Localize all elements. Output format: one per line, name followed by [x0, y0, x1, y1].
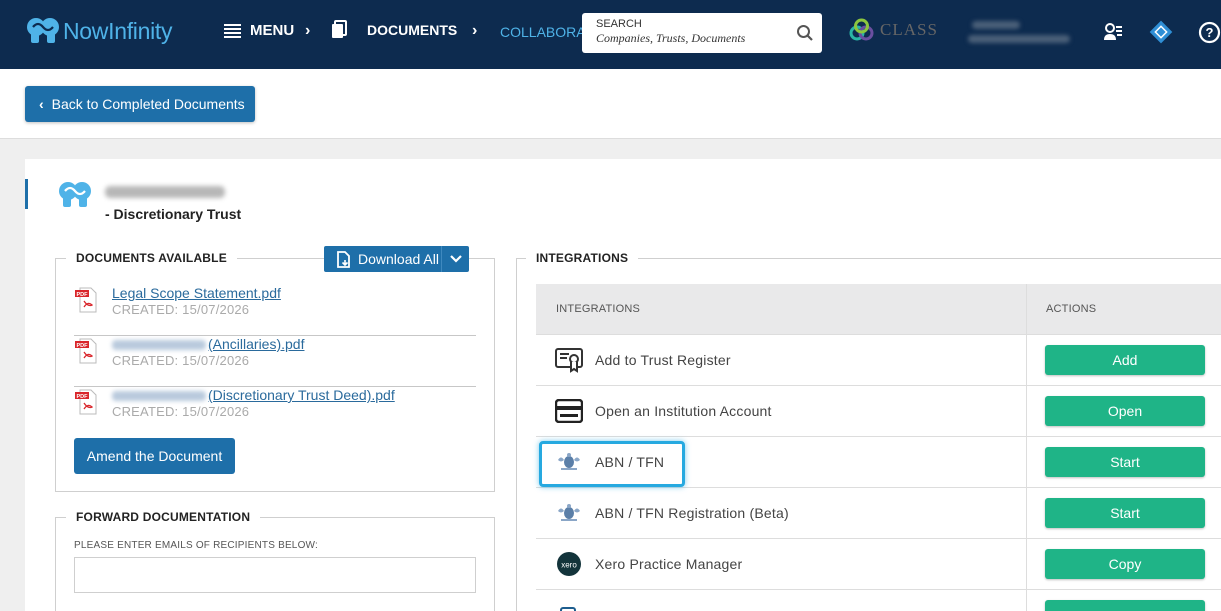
- pdf-icon: PDF: [75, 389, 97, 415]
- search-input[interactable]: Companies, Trusts, Documents: [596, 31, 745, 46]
- svg-text:PDF: PDF: [77, 292, 89, 298]
- hamburger-icon: [224, 23, 241, 38]
- document-created: CREATED: 15/07/2026: [112, 353, 250, 368]
- class-rings-icon: [849, 18, 874, 41]
- column-actions: ACTIONS: [1046, 303, 1097, 315]
- card-icon: [555, 397, 583, 425]
- download-all-label: Download All: [358, 251, 439, 267]
- table-row: Open an Institution Account Open: [536, 386, 1221, 437]
- svg-text:xero: xero: [561, 561, 577, 570]
- menu-label: MENU: [250, 22, 295, 39]
- recipients-email-input[interactable]: [74, 557, 476, 593]
- entity-name-blurred: [105, 186, 225, 198]
- document-icon: [332, 20, 347, 38]
- document-item: PDF Legal Scope Statement.pdf CREATED: 1…: [74, 285, 476, 336]
- svg-text:PDF: PDF: [77, 394, 89, 400]
- action-bar: ‹ Back to Completed Documents: [0, 69, 1221, 139]
- pdf-icon: PDF: [75, 287, 97, 313]
- infinity-heads-icon: [27, 18, 59, 43]
- back-button[interactable]: ‹ Back to Completed Documents: [25, 86, 255, 122]
- coat-of-arms-icon: [555, 448, 583, 476]
- document-name-blurred: [112, 340, 206, 351]
- svg-text:PDF: PDF: [77, 343, 89, 349]
- download-doc-icon: [337, 251, 350, 268]
- svg-text:?: ?: [1206, 25, 1214, 40]
- entity-logo-icon: [59, 182, 91, 207]
- search-label: SEARCH: [596, 18, 642, 30]
- back-button-label: Back to Completed Documents: [51, 96, 245, 112]
- document-created: CREATED: 15/07/2026: [112, 302, 250, 317]
- search-box[interactable]: SEARCH Companies, Trusts, Documents: [582, 13, 822, 53]
- table-row: ABN / TFN Registration (Beta) Start: [536, 488, 1221, 539]
- start-button[interactable]: Start: [1045, 498, 1205, 528]
- class-brand: CLASS: [880, 20, 938, 39]
- nav-collaborate[interactable]: COLLABORAT: [500, 24, 593, 40]
- documents-available-title: DOCUMENTS AVAILABLE: [66, 251, 237, 265]
- top-nav: NowInfinity MENU › DOCUMENTS › COLLABORA…: [0, 0, 1221, 69]
- breadcrumb-separator: ›: [472, 22, 478, 39]
- help-icon[interactable]: ?: [1198, 21, 1221, 44]
- open-button[interactable]: Open: [1045, 396, 1205, 426]
- document-link[interactable]: (Discretionary Trust Deed).pdf: [112, 387, 395, 403]
- copy-button[interactable]: Copy: [1045, 549, 1205, 579]
- breadcrumb-separator: ›: [305, 22, 311, 39]
- xero-icon: xero: [555, 550, 583, 578]
- collaborate-label: COLLABORAT: [500, 24, 594, 40]
- integrations-title: INTEGRATIONS: [526, 251, 639, 265]
- class-logo[interactable]: CLASS: [848, 18, 938, 42]
- document-link-suffix: (Discretionary Trust Deed).pdf: [208, 387, 395, 403]
- integration-name: ABN / TFN: [595, 454, 665, 470]
- table-row: xero Xero Practice Manager Copy: [536, 539, 1221, 590]
- chevron-left-icon: ‹: [39, 96, 44, 112]
- document-link[interactable]: (Ancillaries).pdf: [112, 336, 304, 352]
- coat-of-arms-icon: [555, 499, 583, 527]
- table-row: Add to Trust Register Add: [536, 335, 1221, 386]
- entity-type: - Discretionary Trust: [105, 206, 242, 222]
- integration-name: Add to Trust Register: [595, 352, 731, 368]
- nowinfinity-logo[interactable]: NowInfinity: [25, 17, 172, 45]
- action-button[interactable]: [1045, 600, 1205, 611]
- document-name-blurred: [112, 391, 206, 402]
- user-list-icon[interactable]: [1103, 22, 1123, 42]
- add-button[interactable]: Add: [1045, 345, 1205, 375]
- column-integrations: INTEGRATIONS: [556, 303, 641, 315]
- diamond-app-icon[interactable]: [1149, 20, 1173, 44]
- document-item: PDF (Discretionary Trust Deed).pdf CREAT…: [74, 387, 476, 438]
- certificate-icon: [555, 346, 583, 374]
- download-all-button[interactable]: Download All: [324, 246, 469, 272]
- document-panel: - Discretionary Trust DOCUMENTS AVAILABL…: [25, 159, 1221, 611]
- table-row: ABN / TFN Start: [536, 437, 1221, 488]
- table-header: INTEGRATIONS ACTIONS: [536, 284, 1221, 335]
- pdf-icon: PDF: [75, 338, 97, 364]
- recipients-label: PLEASE ENTER EMAILS OF RECIPIENTS BELOW:: [74, 540, 318, 551]
- document-item: PDF (Ancillaries).pdf CREATED: 15/07/202…: [74, 336, 476, 387]
- document-link[interactable]: Legal Scope Statement.pdf: [112, 285, 281, 301]
- search-icon[interactable]: [796, 24, 814, 42]
- entity-accent-bar: [25, 179, 28, 209]
- chevron-down-icon[interactable]: [441, 246, 469, 272]
- integration-name: ABN / TFN Registration (Beta): [595, 505, 789, 521]
- brand-name: NowInfinity: [63, 17, 173, 44]
- amend-document-button[interactable]: Amend the Document: [74, 438, 235, 474]
- stack-icon: [555, 601, 583, 611]
- document-created: CREATED: 15/07/2026: [112, 404, 250, 419]
- table-row: [536, 590, 1221, 611]
- start-button[interactable]: Start: [1045, 447, 1205, 477]
- menu-button[interactable]: MENU: [224, 22, 294, 39]
- nav-documents[interactable]: DOCUMENTS: [331, 20, 457, 39]
- integration-name: Open an Institution Account: [595, 403, 772, 419]
- documents-label: DOCUMENTS: [367, 21, 458, 38]
- user-account-blurred[interactable]: [968, 18, 1074, 48]
- document-link-suffix: (Ancillaries).pdf: [208, 336, 305, 352]
- integration-name: Xero Practice Manager: [595, 556, 743, 572]
- forward-documentation-title: FORWARD DOCUMENTATION: [66, 510, 261, 524]
